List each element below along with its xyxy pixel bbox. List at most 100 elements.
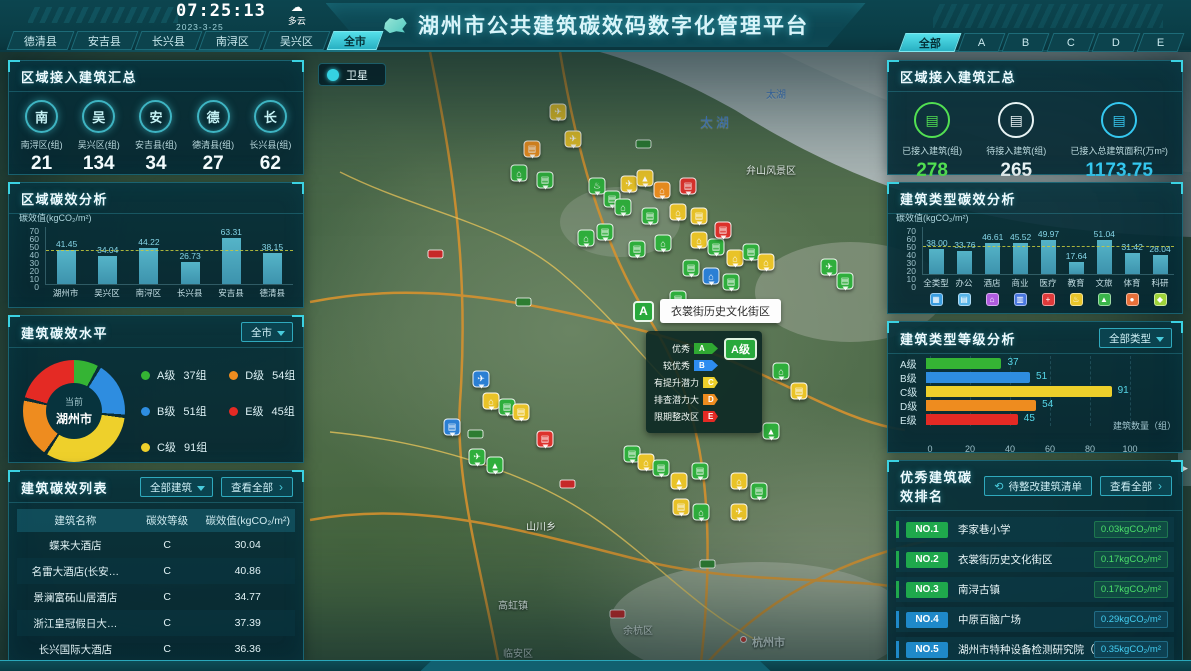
region-tab[interactable]: 德清县 <box>7 31 75 50</box>
building-marker-icon[interactable]: ▤ <box>642 208 659 225</box>
map-tooltip[interactable]: A 衣裳街历史文化街区 <box>633 299 781 323</box>
table-row[interactable]: 名雷大酒店(长安…C40.86 <box>17 558 295 584</box>
ranking-row[interactable]: NO.4中原百脑广场0.29kgCO₂/m² <box>896 607 1174 632</box>
building-filter-dropdown[interactable]: 全部建筑 <box>140 477 213 497</box>
building-marker-icon[interactable]: ✈ <box>550 104 567 121</box>
clock: 07:25:13 2023-3-25 ☁ 多云 <box>176 1 306 32</box>
time-value: 07:25:13 <box>176 1 266 21</box>
table-row[interactable]: 长兴国际大酒店C36.36 <box>17 636 295 662</box>
table-row[interactable]: 景澜富砳山居酒店C34.77 <box>17 584 295 610</box>
ranking-row[interactable]: NO.5湖州市特种设备检测研究院（长兴）0.35kgCO₂/m² <box>896 637 1174 662</box>
hbar <box>926 414 1018 425</box>
rank-badge: NO.2 <box>906 552 948 568</box>
building-marker-icon[interactable]: ▤ <box>524 141 541 158</box>
building-marker-icon[interactable]: ⌂ <box>511 165 528 182</box>
panel-title: 建筑碳效列表 <box>21 478 108 497</box>
building-marker-icon[interactable]: ▤ <box>683 260 700 277</box>
building-marker-icon[interactable]: ▤ <box>691 208 708 225</box>
building-marker-icon[interactable]: ▤ <box>751 483 768 500</box>
building-marker-icon[interactable]: ⌂ <box>654 182 671 199</box>
building-marker-icon[interactable]: ⌂ <box>693 504 710 521</box>
region-tab[interactable]: 南浔区 <box>199 31 267 50</box>
building-marker-icon[interactable]: ✈ <box>565 131 582 148</box>
map-pin-icon <box>740 636 747 643</box>
building-marker-icon[interactable]: ✈ <box>821 259 838 276</box>
rectify-list-button[interactable]: ⟲待整改建筑清单 <box>984 476 1092 496</box>
chart-plot: 38.0033.7646.6145.5249.9717.6451.0431.42… <box>922 227 1174 275</box>
building-marker-icon[interactable]: ⌂ <box>691 232 708 249</box>
building-marker-icon[interactable]: ▲ <box>637 170 654 187</box>
grade-tab[interactable]: D <box>1091 33 1140 52</box>
legend-label: 较优秀 <box>663 359 690 372</box>
building-marker-icon[interactable]: ⌂ <box>731 473 748 490</box>
region-tab[interactable]: 全市 <box>327 31 384 50</box>
bar <box>222 238 241 284</box>
building-marker-icon[interactable]: ▲ <box>487 457 504 474</box>
building-marker-icon[interactable]: ✈ <box>469 449 486 466</box>
view-all-button[interactable]: 查看全部› <box>1100 476 1172 496</box>
building-marker-icon[interactable]: ▤ <box>715 222 732 239</box>
table-row[interactable]: 蝶来大酒店C30.04 <box>17 532 295 558</box>
access-stat-label: 已接入总建筑面积(万m²) <box>1070 144 1168 157</box>
building-marker-icon[interactable]: ▤ <box>692 463 709 480</box>
region-tab[interactable]: 长兴县 <box>135 31 203 50</box>
region-tab[interactable]: 安吉县 <box>71 31 139 50</box>
building-marker-icon[interactable]: ▤ <box>723 274 740 291</box>
building-marker-icon[interactable]: ✈ <box>621 176 638 193</box>
city-dropdown[interactable]: 全市 <box>241 322 293 342</box>
map-place-label: 太湖 <box>700 112 732 131</box>
building-marker-icon[interactable]: ▤ <box>537 431 554 448</box>
panel-title: 区域碳效分析 <box>21 189 108 208</box>
tab-label: A <box>978 37 985 49</box>
rank-badge: NO.3 <box>906 582 948 598</box>
bar <box>1153 255 1168 274</box>
bar <box>98 256 117 284</box>
access-stat: ▤待接入建筑(组)265 <box>986 102 1046 182</box>
building-marker-icon[interactable]: ▲ <box>671 473 688 490</box>
grade-tab[interactable]: C <box>1046 33 1095 52</box>
building-marker-icon[interactable]: ▤ <box>791 383 808 400</box>
building-marker-icon[interactable]: ⌂ <box>578 230 595 247</box>
legend-dot-icon <box>141 407 150 416</box>
region-tab[interactable]: 吴兴区 <box>263 31 331 50</box>
ranking-row[interactable]: NO.1李家巷小学0.03kgCO₂/m² <box>896 517 1174 542</box>
building-marker-icon[interactable]: ▤ <box>680 178 697 195</box>
grade-tab[interactable]: B <box>1002 33 1050 52</box>
building-marker-icon[interactable]: ▤ <box>653 460 670 477</box>
building-marker-icon[interactable]: ⌂ <box>655 235 672 252</box>
satellite-toggle[interactable]: 卫星 <box>318 63 386 86</box>
ranking-row[interactable]: NO.3南浔古镇0.17kgCO₂/m² <box>896 577 1174 602</box>
page-title: 湖州市公共建筑碳效码数字化管理平台 <box>418 10 809 40</box>
chart-y-label: 碳效值(kgCO₂/m²) <box>19 211 92 224</box>
building-marker-icon[interactable]: ⌂ <box>758 254 775 271</box>
building-marker-icon[interactable]: ▤ <box>837 273 854 290</box>
title-banner: 湖州市公共建筑碳效码数字化管理平台 <box>326 3 866 47</box>
table-row[interactable]: 浙江皇冠假日大…C37.39 <box>17 610 295 636</box>
building-marker-icon[interactable]: ⌂ <box>615 199 632 216</box>
building-marker-icon[interactable]: ⌂ <box>670 204 687 221</box>
category-label: 安吉县 <box>210 287 251 299</box>
building-marker-icon[interactable]: ⌂ <box>703 268 720 285</box>
category-label: 南浔区 <box>128 287 169 299</box>
view-all-button[interactable]: 查看全部› <box>221 477 293 497</box>
legend-row: 有提升潜力C <box>654 375 754 390</box>
cell: C <box>134 617 201 629</box>
building-marker-icon[interactable]: ⌂ <box>773 363 790 380</box>
building-marker-icon[interactable]: ▤ <box>537 172 554 189</box>
building-marker-icon[interactable]: ⌂ <box>483 393 500 410</box>
building-marker-icon[interactable]: ▤ <box>629 241 646 258</box>
grade-tab[interactable]: A <box>958 33 1006 52</box>
building-marker-icon[interactable]: ⌂ <box>727 250 744 267</box>
building-marker-icon[interactable]: ▤ <box>444 419 461 436</box>
type-filter-dropdown[interactable]: 全部类型 <box>1099 328 1172 348</box>
cell: C <box>134 643 201 655</box>
building-marker-icon[interactable]: ✈ <box>731 504 748 521</box>
building-marker-icon[interactable]: ▤ <box>673 499 690 516</box>
building-marker-icon[interactable]: ▤ <box>597 224 614 241</box>
building-marker-icon[interactable]: ▲ <box>763 423 780 440</box>
grade-tab[interactable]: 全部 <box>899 33 962 52</box>
building-marker-icon[interactable]: ▤ <box>513 404 530 421</box>
grade-tab[interactable]: E <box>1136 33 1184 52</box>
ranking-row[interactable]: NO.2衣裳街历史文化街区0.17kgCO₂/m² <box>896 547 1174 572</box>
building-marker-icon[interactable]: ✈ <box>473 371 490 388</box>
